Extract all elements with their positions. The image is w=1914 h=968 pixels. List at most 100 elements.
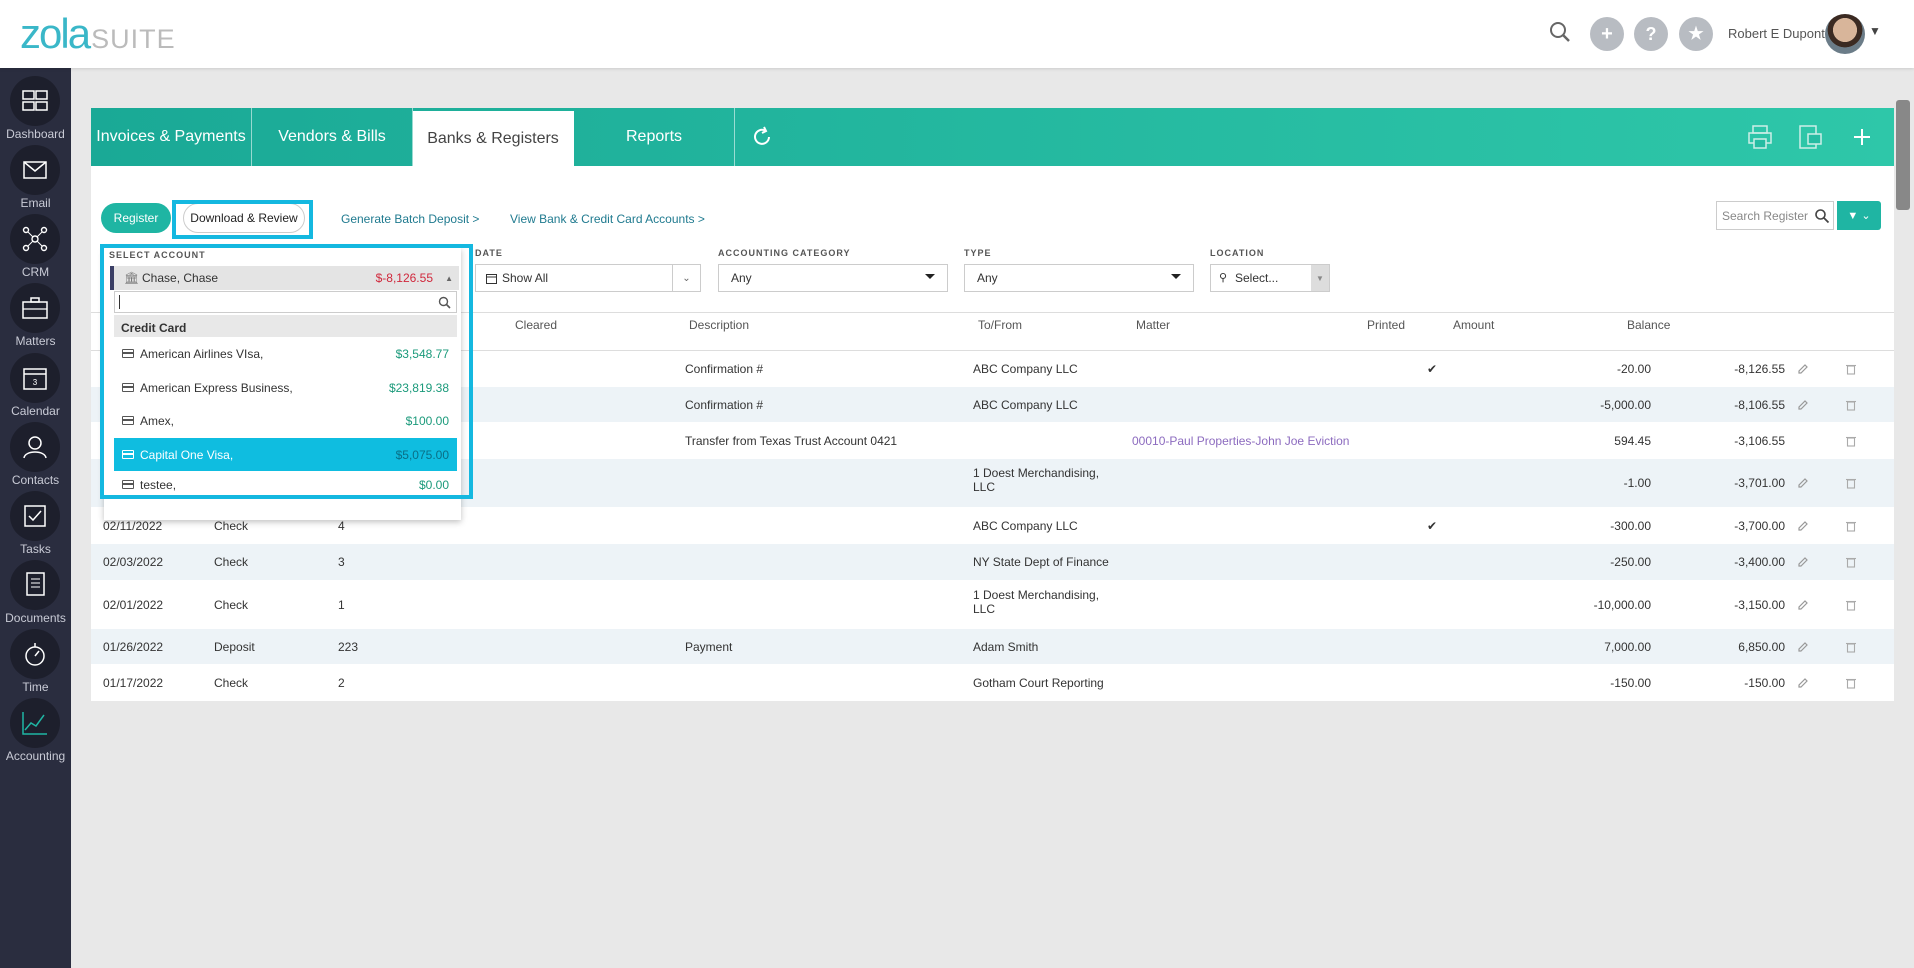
sidebar-item-label: Email xyxy=(20,196,51,210)
sidebar-item-label: CRM xyxy=(21,265,50,279)
row-balance: -3,400.00 xyxy=(1734,555,1785,569)
column-header-tofrom[interactable]: To/From xyxy=(978,318,1022,332)
table-row[interactable]: 01/26/2022 Deposit 223 Payment Adam Smith 7,0… xyxy=(91,629,1894,664)
date-filter-label: DATE xyxy=(475,248,503,258)
selected-account-name: Chase, Chase xyxy=(142,271,219,285)
view-accounts-link[interactable]: View Bank & Credit Card Accounts > xyxy=(510,212,705,226)
account-search-input[interactable] xyxy=(114,291,457,313)
trash-icon[interactable] xyxy=(1845,599,1857,611)
scrollbar[interactable] xyxy=(1896,100,1910,210)
map-pin-icon: ⚲ xyxy=(1219,272,1228,284)
help-icon[interactable]: ? xyxy=(1634,17,1668,51)
account-option[interactable]: Amex, $100.00 xyxy=(114,404,457,437)
filter-icon: ▼ ⌄ xyxy=(1847,210,1871,222)
tab-invoices-payments[interactable]: Invoices & Payments xyxy=(91,108,252,166)
app-logo[interactable]: zola SUITE xyxy=(20,13,176,55)
column-header-balance[interactable]: Balance xyxy=(1627,318,1670,332)
edit-icon[interactable] xyxy=(1797,477,1809,489)
bank-icon: 🏛 xyxy=(124,271,140,285)
account-option-amount: $0.00 xyxy=(418,478,449,492)
sidebar-item-label: Documents xyxy=(5,611,66,625)
row-type: Check xyxy=(214,518,249,533)
edit-icon[interactable] xyxy=(1797,363,1809,375)
search-icon[interactable] xyxy=(1548,20,1572,44)
add-icon[interactable]: + xyxy=(1590,17,1624,51)
sidebar-item-crm[interactable]: CRM xyxy=(0,214,71,284)
date-filter-value: Show All xyxy=(502,271,549,285)
trash-icon[interactable] xyxy=(1845,556,1857,568)
register-button[interactable]: Register xyxy=(101,203,171,233)
sidebar-item-time[interactable]: Time xyxy=(0,629,71,699)
category-filter-select[interactable]: Any xyxy=(718,264,948,292)
sidebar-item-email[interactable]: Email xyxy=(0,145,71,215)
edit-icon[interactable] xyxy=(1797,556,1809,568)
row-amount: -300.00 xyxy=(1610,518,1651,533)
row-tofrom: NY State Dept of Finance xyxy=(973,555,1109,569)
column-header-matter[interactable]: Matter xyxy=(1136,318,1170,332)
sidebar-item-calendar[interactable]: 3 Calendar xyxy=(0,353,71,423)
account-dropdown: SELECT ACCOUNT 🏛 Chase, Chase $-8,126.55… xyxy=(104,248,461,520)
filter-button[interactable]: ▼ ⌄ xyxy=(1837,201,1881,230)
caret-up-icon: ▲ xyxy=(445,273,453,283)
sidebar-item-contacts[interactable]: Contacts xyxy=(0,422,71,492)
row-description: Transfer from Texas Trust Account 0421 xyxy=(685,433,898,448)
row-balance: 6,850.00 xyxy=(1738,639,1785,654)
account-option[interactable]: testee, $0.00 xyxy=(114,472,457,492)
trash-icon[interactable] xyxy=(1845,477,1857,489)
generate-batch-deposit-link[interactable]: Generate Batch Deposit > xyxy=(341,212,479,226)
row-tofrom: ABC Company LLC xyxy=(973,397,1078,412)
sidebar-item-label: Dashboard xyxy=(6,127,65,141)
sidebar-item-documents[interactable]: Documents xyxy=(0,560,71,630)
network-icon xyxy=(10,214,60,264)
column-header-cleared[interactable]: Cleared xyxy=(515,318,557,332)
tab-reports[interactable]: Reports xyxy=(574,108,735,166)
location-filter-select[interactable]: ⚲ Select... ▼ xyxy=(1210,264,1330,292)
add-icon[interactable] xyxy=(1849,124,1875,150)
search-icon[interactable] xyxy=(1814,208,1830,224)
edit-icon[interactable] xyxy=(1797,399,1809,411)
row-matter[interactable]: 00010-Paul Properties-John Joe Eviction xyxy=(1132,434,1349,448)
edit-icon[interactable] xyxy=(1797,641,1809,653)
row-amount: 7,000.00 xyxy=(1604,639,1651,654)
chevron-down-icon[interactable]: ⌄ xyxy=(672,265,700,291)
user-name[interactable]: Robert E Dupont xyxy=(1728,26,1825,41)
table-row[interactable]: 02/01/2022 Check 1 1 Doest Merchandising, L… xyxy=(91,581,1894,628)
table-row[interactable]: 02/03/2022 Check 3 NY State Dept of Finance… xyxy=(91,544,1894,580)
trash-icon[interactable] xyxy=(1845,399,1857,411)
sidebar-item-accounting[interactable]: Accounting xyxy=(0,698,71,768)
trash-icon[interactable] xyxy=(1845,363,1857,375)
sidebar-item-tasks[interactable]: Tasks xyxy=(0,491,71,561)
tab-vendors-bills[interactable]: Vendors & Bills xyxy=(252,108,413,166)
row-date: 02/11/2022 xyxy=(103,518,163,533)
trash-icon[interactable] xyxy=(1845,641,1857,653)
trash-icon[interactable] xyxy=(1845,435,1857,447)
column-header-description[interactable]: Description xyxy=(689,318,749,332)
account-select[interactable]: 🏛 Chase, Chase $-8,126.55 ▲ xyxy=(110,266,459,290)
account-option[interactable]: Capital One Visa, $5,075.00 xyxy=(114,438,457,471)
column-header-printed[interactable]: Printed xyxy=(1367,318,1405,332)
type-filter-select[interactable]: Any xyxy=(964,264,1194,292)
download-review-button[interactable]: Download & Review xyxy=(183,203,305,233)
export-icon[interactable] xyxy=(1797,124,1823,150)
favorites-icon[interactable]: ★ xyxy=(1679,17,1713,51)
avatar[interactable] xyxy=(1825,14,1865,54)
edit-icon[interactable] xyxy=(1797,599,1809,611)
sidebar-item-matters[interactable]: Matters xyxy=(0,283,71,353)
tab-banks-registers[interactable]: Banks & Registers xyxy=(413,111,574,166)
table-row[interactable]: 01/17/2022 Check 2 Gotham Court Reporting -1… xyxy=(91,665,1894,700)
refresh-icon[interactable] xyxy=(750,125,774,149)
row-balance: -3,106.55 xyxy=(1734,433,1785,448)
edit-icon[interactable] xyxy=(1797,520,1809,532)
trash-icon[interactable] xyxy=(1845,677,1857,689)
chevron-down-icon[interactable]: ▼ xyxy=(1869,24,1881,38)
trash-icon[interactable] xyxy=(1845,520,1857,532)
column-header-amount[interactable]: Amount xyxy=(1453,318,1494,332)
sidebar-item-dashboard[interactable]: Dashboard xyxy=(0,76,71,146)
account-option[interactable]: American Airlines VIsa, $3,548.77 xyxy=(114,337,457,370)
category-filter-value: Any xyxy=(731,271,752,285)
row-number: 1 xyxy=(338,597,345,612)
account-option[interactable]: American Express Business, $23,819.38 xyxy=(114,371,457,404)
print-icon[interactable] xyxy=(1747,124,1773,150)
date-filter-select[interactable]: Show All ⌄ xyxy=(475,264,701,292)
edit-icon[interactable] xyxy=(1797,677,1809,689)
